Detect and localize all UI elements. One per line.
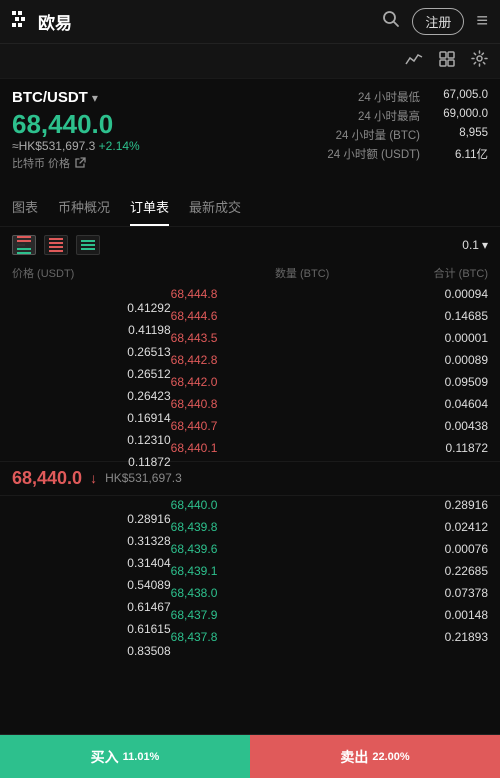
tabs: 图表 币种概况 订单表 最新成交 <box>0 189 500 227</box>
ask-total: 0.11872 <box>12 455 171 469</box>
tab-trades[interactable]: 最新成交 <box>189 189 241 226</box>
price-right: 24 小时最低 67,005.0 24 小时最高 69,000.0 24 小时量… <box>255 89 488 171</box>
bid-total: 0.31328 <box>12 534 171 548</box>
logo-text: 欧易 <box>38 9 72 34</box>
bid-qty: 0.28916 <box>329 498 488 512</box>
bid-total: 0.61467 <box>12 600 171 614</box>
ask-total: 0.12310 <box>12 433 171 447</box>
total-header: 合计 (BTC) <box>329 265 488 281</box>
coin-label: 比特币 价格 <box>12 155 245 171</box>
orderbook: 0.1 ▾ 价格 (USDT) 数量 (BTC) 合计 (BTC) 68,444… <box>0 227 500 650</box>
header-actions: 注册 ≡ <box>382 8 488 35</box>
ask-qty: 0.14685 <box>329 309 488 323</box>
bid-price: 68,440.0 <box>171 498 330 512</box>
bids-container: 68,440.0 0.28916 0.28916 68,439.8 0.0241… <box>0 496 500 650</box>
bid-qty: 0.21893 <box>329 630 488 644</box>
ask-qty: 0.11872 <box>329 441 488 455</box>
pair-name: BTC/USDT <box>12 89 88 106</box>
external-link-icon <box>74 157 86 169</box>
ask-qty: 0.00438 <box>329 419 488 433</box>
ask-price: 68,443.5 <box>171 331 330 345</box>
bid-total: 0.61615 <box>12 622 171 636</box>
search-icon[interactable] <box>382 10 400 33</box>
pair-selector[interactable]: BTC/USDT ▾ <box>12 89 245 106</box>
price-section: BTC/USDT ▾ 68,440.0 ≈HK$531,697.3 +2.14%… <box>0 79 500 181</box>
ask-price: 68,440.1 <box>171 441 330 455</box>
bid-qty: 0.22685 <box>329 564 488 578</box>
sub-header <box>0 44 500 79</box>
stat-vol-usdt: 24 小时额 (USDT) 6.11亿 <box>327 146 488 162</box>
logo: 欧易 <box>12 9 72 34</box>
ask-price: 68,440.8 <box>171 397 330 411</box>
bid-qty: 0.00148 <box>329 608 488 622</box>
hk-price-value: ≈HK$531,697.3 <box>12 139 95 153</box>
hk-price: ≈HK$531,697.3 +2.14% <box>12 139 245 153</box>
price-left: BTC/USDT ▾ 68,440.0 ≈HK$531,697.3 +2.14%… <box>12 89 245 171</box>
header: 欧易 注册 ≡ <box>0 0 500 44</box>
bid-total: 0.28916 <box>12 512 171 526</box>
price-header: 价格 (USDT) <box>12 265 171 281</box>
settings-icon[interactable] <box>471 50 488 72</box>
ask-price: 68,442.0 <box>171 375 330 389</box>
logo-icon <box>12 11 34 33</box>
ask-price: 68,442.8 <box>171 353 330 367</box>
buy-button[interactable]: 买入 11.01% <box>0 735 250 778</box>
ask-total: 0.26423 <box>12 389 171 403</box>
grid-icon[interactable] <box>439 51 455 72</box>
mid-price: 68,440.0 <box>12 468 82 489</box>
view-both-button[interactable] <box>12 235 36 255</box>
decimal-chevron-icon: ▾ <box>482 238 488 252</box>
chevron-down-icon: ▾ <box>92 91 98 105</box>
bid-total: 0.31404 <box>12 556 171 570</box>
ask-price: 68,444.8 <box>171 287 330 301</box>
mid-arrow-icon: ↓ <box>90 470 97 486</box>
ask-qty: 0.00001 <box>329 331 488 345</box>
mid-hk-price: HK$531,697.3 <box>105 471 182 485</box>
orderbook-headers: 价格 (USDT) 数量 (BTC) 合计 (BTC) <box>0 263 500 285</box>
bid-price: 68,437.9 <box>171 608 330 622</box>
tab-orderbook[interactable]: 订单表 <box>130 189 169 226</box>
bid-price: 68,439.6 <box>171 542 330 556</box>
view-bids-button[interactable] <box>76 235 100 255</box>
bid-qty: 0.00076 <box>329 542 488 556</box>
asks-container: 68,444.8 0.00094 0.41292 68,444.6 0.1468… <box>0 285 500 461</box>
bid-total: 0.54089 <box>12 578 171 592</box>
tab-overview[interactable]: 币种概况 <box>58 189 110 226</box>
ask-total: 0.16914 <box>12 411 171 425</box>
ask-total: 0.41198 <box>12 323 171 337</box>
chart-line-icon[interactable] <box>405 52 423 71</box>
decimal-selector[interactable]: 0.1 ▾ <box>462 238 488 252</box>
view-asks-button[interactable] <box>44 235 68 255</box>
bid-price: 68,437.8 <box>171 630 330 644</box>
stat-high: 24 小时最高 69,000.0 <box>358 108 488 124</box>
menu-icon[interactable]: ≡ <box>476 10 488 33</box>
change-pct: +2.14% <box>99 139 140 153</box>
bid-price: 68,438.0 <box>171 586 330 600</box>
bid-qty: 0.07378 <box>329 586 488 600</box>
main-price: 68,440.0 <box>12 110 245 139</box>
qty-header: 数量 (BTC) <box>171 265 330 281</box>
stat-vol-btc: 24 小时量 (BTC) 8,955 <box>336 127 488 143</box>
bid-qty: 0.02412 <box>329 520 488 534</box>
bottom-bar: 买入 11.01% 卖出 22.00% <box>0 734 500 778</box>
ask-total: 0.26512 <box>12 367 171 381</box>
ask-qty: 0.00094 <box>329 287 488 301</box>
bid-price: 68,439.1 <box>171 564 330 578</box>
ask-price: 68,440.7 <box>171 419 330 433</box>
bid-price: 68,439.8 <box>171 520 330 534</box>
ask-qty: 0.04604 <box>329 397 488 411</box>
bid-row[interactable]: 68,440.0 0.28916 0.28916 <box>0 496 500 518</box>
ask-total: 0.41292 <box>12 301 171 315</box>
ask-total: 0.26513 <box>12 345 171 359</box>
sell-button[interactable]: 卖出 22.00% <box>250 735 500 778</box>
register-button[interactable]: 注册 <box>412 8 464 35</box>
ask-qty: 0.00089 <box>329 353 488 367</box>
tab-chart[interactable]: 图表 <box>12 189 38 226</box>
stat-low: 24 小时最低 67,005.0 <box>358 89 488 105</box>
ask-qty: 0.09509 <box>329 375 488 389</box>
orderbook-toolbar: 0.1 ▾ <box>0 227 500 263</box>
ask-price: 68,444.6 <box>171 309 330 323</box>
bid-total: 0.83508 <box>12 644 171 658</box>
ask-row[interactable]: 68,444.8 0.00094 0.41292 <box>0 285 500 307</box>
